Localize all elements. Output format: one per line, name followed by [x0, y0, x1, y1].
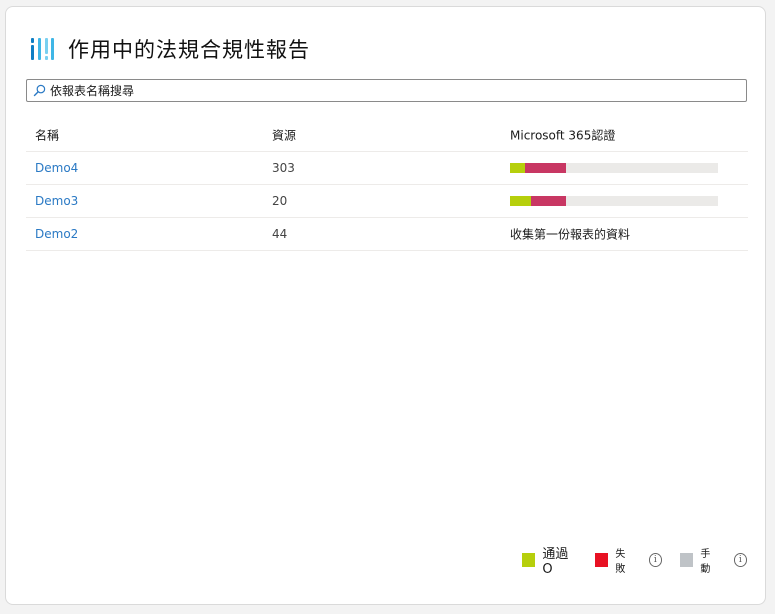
table-row[interactable]: Demo2 44 收集第一份報表的資料: [26, 218, 748, 251]
resource-count: 44: [272, 227, 288, 241]
reports-table: 名稱 資源 Microsoft 365認證 Demo4 303 Demo3 20…: [26, 119, 748, 251]
resource-count: 20: [272, 194, 288, 208]
compliance-progress-bar: [510, 163, 718, 173]
column-header-resources[interactable]: 資源: [272, 127, 296, 144]
compliance-logo-icon: [31, 38, 54, 60]
resource-count: 303: [272, 161, 295, 175]
legend-swatch-passed: [522, 553, 536, 567]
legend-label-manual: 手動: [700, 549, 711, 575]
table-row[interactable]: Demo4 303: [26, 152, 748, 185]
column-header-name[interactable]: 名稱: [35, 127, 59, 144]
search-icon: [33, 84, 46, 97]
passed-segment: [510, 196, 531, 206]
report-name-link[interactable]: Demo4: [35, 161, 78, 175]
status-text: 收集第一份報表的資料: [510, 227, 631, 242]
search-box[interactable]: [26, 79, 747, 102]
compliance-progress-bar: [510, 196, 718, 206]
legend-label-passed: 通過 O: [542, 547, 569, 577]
report-name-link[interactable]: Demo2: [35, 227, 78, 241]
column-header-certification[interactable]: Microsoft 365認證: [510, 127, 615, 144]
failed-segment: [530, 196, 567, 206]
legend-swatch-failed: [595, 553, 609, 567]
report-card: 作用中的法規合規性報告 名稱 資源 Microsoft 365認證 Demo4 …: [5, 6, 766, 605]
report-name-link[interactable]: Demo3: [35, 194, 78, 208]
passed-segment: [510, 163, 525, 173]
failed-segment: [524, 163, 567, 173]
info-icon[interactable]: i: [648, 553, 662, 567]
legend: 通過 O 失敗 i 手動 i: [522, 547, 765, 577]
table-header-row: 名稱 資源 Microsoft 365認證: [26, 119, 748, 152]
page-header: 作用中的法規合規性報告: [30, 31, 310, 67]
legend-swatch-manual: [680, 553, 694, 567]
legend-label-failed: 失敗: [615, 549, 626, 575]
search-input[interactable]: [50, 83, 746, 98]
table-row[interactable]: Demo3 20: [26, 185, 748, 218]
page-title: 作用中的法規合規性報告: [68, 38, 310, 62]
info-icon[interactable]: i: [733, 553, 747, 567]
